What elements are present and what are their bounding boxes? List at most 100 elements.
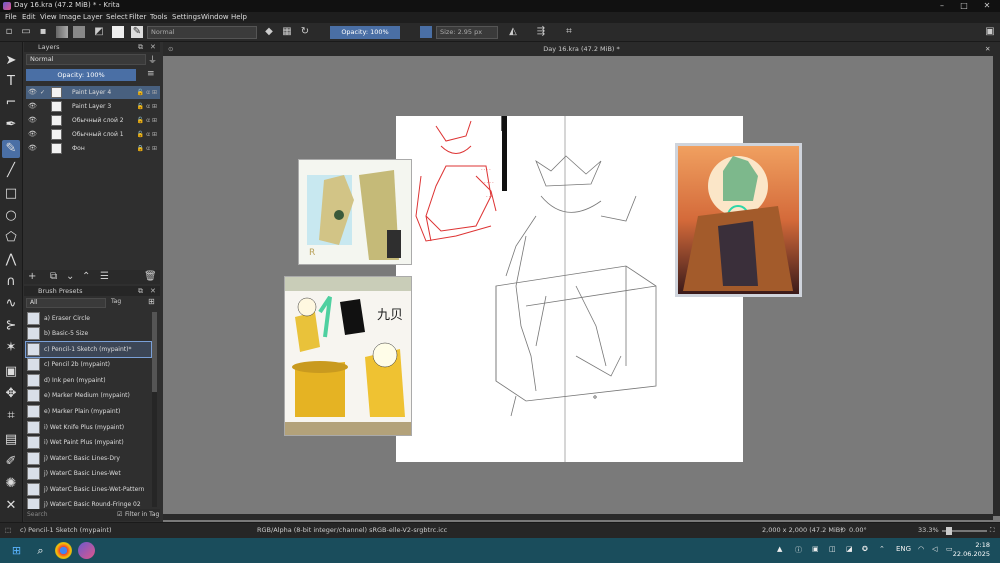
volume-icon[interactable]: ◁ <box>932 545 937 553</box>
menu-tools[interactable]: Tools <box>150 13 167 21</box>
new-document-icon[interactable]: ▫ <box>3 26 15 38</box>
menu-settings[interactable]: Settings <box>172 13 201 21</box>
layer-row[interactable]: 👁 Обычный слой 2 🔓 α ⊞ <box>26 114 160 127</box>
move-layer-down-icon[interactable]: ⌄ <box>66 271 74 282</box>
brush-list-scrollbar[interactable] <box>152 312 157 507</box>
ellipse-tool-icon[interactable]: ○ <box>2 207 20 225</box>
fg-bg-color-icon[interactable]: ◩ <box>93 26 105 38</box>
pattern-swatch[interactable] <box>73 26 85 38</box>
freehand-path-tool-icon[interactable]: ∿ <box>2 295 20 313</box>
panel-toggle-icon[interactable]: ▣ <box>984 26 996 38</box>
layer-row[interactable]: 👁 ✓ Paint Layer 4 🔓 α ⊞ <box>26 86 160 99</box>
save-icon[interactable]: ▪ <box>37 26 49 38</box>
crop-tool-icon[interactable]: ⌗ <box>2 407 20 425</box>
status-zoom[interactable]: 33.3% <box>918 526 939 534</box>
mirror-vertical-icon[interactable]: ⇶ <box>535 26 547 38</box>
search-icon[interactable]: ⌕ <box>32 542 49 559</box>
close-docker-icon[interactable]: ✕ <box>150 286 156 296</box>
brush-preset-item[interactable]: c) Pencil-1 Sketch (mypaint)* <box>25 341 152 358</box>
layer-opacity-slider[interactable]: Opacity: 100% ≡ <box>26 69 159 81</box>
windows-start-icon[interactable]: ⊞ <box>8 542 25 559</box>
text-tool-icon[interactable]: T <box>2 73 20 91</box>
reference-image-left-bottom[interactable]: 九贝 <box>284 276 412 436</box>
tray-app3-icon[interactable]: ◫ <box>829 545 836 553</box>
preserve-alpha-icon[interactable]: ▦ <box>281 26 293 38</box>
tray-app2-icon[interactable]: ▣ <box>812 545 819 553</box>
maximize-button[interactable]: □ <box>954 0 974 12</box>
layer-name[interactable]: Paint Layer 3 <box>72 100 111 113</box>
mirror-horizontal-icon[interactable]: ◭ <box>507 26 519 38</box>
add-layer-icon[interactable]: + <box>28 271 36 282</box>
canvas-area[interactable]: ⊙ Day 16.kra (47.2 MiB) * ✕ - - - - - - -… <box>163 42 1000 522</box>
zoom-slider[interactable] <box>942 527 987 535</box>
reference-image-right[interactable] <box>675 143 802 297</box>
color-swatch[interactable] <box>112 26 124 38</box>
visibility-eye-icon[interactable]: 👁 <box>28 114 37 127</box>
filter-icon[interactable]: ⏚ <box>148 53 157 66</box>
menu-view[interactable]: View <box>40 13 57 21</box>
polygon-tool-icon[interactable]: ⬠ <box>2 229 20 247</box>
menu-help[interactable]: Help <box>231 13 247 21</box>
close-tab-icon[interactable]: ✕ <box>985 42 990 56</box>
layer-row[interactable]: 👁 Paint Layer 3 🔓 α ⊞ <box>26 100 160 113</box>
edit-shapes-tool-icon[interactable]: ⌐ <box>2 94 20 112</box>
brush-preset-item[interactable]: b) Basic-5 Size <box>26 326 151 341</box>
layer-name[interactable]: Обычный слой 2 <box>72 114 124 127</box>
menu-file[interactable]: File <box>5 13 17 21</box>
float-docker-icon[interactable]: ⧉ <box>138 42 143 52</box>
brush-search-input[interactable]: Search <box>27 509 48 521</box>
gradient-tool-icon[interactable]: ▤ <box>2 431 20 449</box>
chrome-icon[interactable] <box>55 542 72 559</box>
brush-filter-select[interactable]: All <box>26 298 106 308</box>
smart-patch-tool-icon[interactable]: ✺ <box>2 475 20 493</box>
tray-app4-icon[interactable]: ✪ <box>862 545 868 553</box>
menu-select[interactable]: Select <box>106 13 128 21</box>
polyline-tool-icon[interactable]: ⋀ <box>2 251 20 269</box>
tray-chevron-icon[interactable]: ⌃ <box>879 545 885 553</box>
brush-preset-item[interactable]: e) Marker Plain (mypaint) <box>26 404 151 419</box>
visibility-eye-icon[interactable]: 👁 <box>28 86 37 99</box>
flow-color-icon[interactable] <box>420 26 432 38</box>
reload-preset-icon[interactable]: ↻ <box>299 26 311 38</box>
wifi-icon[interactable]: ◠ <box>918 545 924 553</box>
crop-icon[interactable]: ⌗ <box>563 26 575 38</box>
calligraphy-tool-icon[interactable]: ✒ <box>2 116 20 134</box>
brush-size-slider[interactable]: Size: 2.95 px <box>436 26 498 39</box>
brush-preset-item[interactable]: j) WaterC Basic Lines-Wet <box>26 466 151 481</box>
layer-flags-icon[interactable]: 🔓 α ⊞ <box>137 100 157 113</box>
delete-layer-icon[interactable]: 🗑 <box>144 271 157 282</box>
select-shapes-tool-icon[interactable]: ➤ <box>2 52 20 70</box>
checkmark-icon[interactable]: ✓ <box>40 86 45 99</box>
fill-tool-icon[interactable]: ✕ <box>2 497 20 515</box>
eraser-mode-icon[interactable]: ◆ <box>263 26 275 38</box>
fullscreen-icon[interactable]: ⛶ <box>990 526 995 535</box>
layer-blend-mode-select[interactable]: Normal <box>26 54 146 65</box>
minimize-button[interactable]: – <box>932 0 952 12</box>
move-layer-up-icon[interactable]: ⌃ <box>82 271 90 282</box>
rotation-icon[interactable]: ⟲ <box>840 526 845 534</box>
move-tool-icon[interactable]: ✥ <box>2 385 20 403</box>
bezier-tool-icon[interactable]: ∩ <box>2 273 20 291</box>
vertical-scrollbar[interactable] <box>993 56 1000 516</box>
brush-preset-item[interactable]: i) Wet Knife Plus (mypaint) <box>26 420 151 435</box>
status-rotation[interactable]: 0.00° <box>849 526 867 534</box>
transform-tool-icon[interactable]: ▣ <box>2 363 20 381</box>
layer-flags-icon[interactable]: 🔓 α ⊞ <box>137 86 157 99</box>
reference-image-left-top[interactable]: R <box>298 159 412 265</box>
brush-preset-item[interactable]: j) WaterC Basic Lines-Dry <box>26 451 151 466</box>
layer-name[interactable]: Фон <box>72 142 85 155</box>
visibility-eye-icon[interactable]: 👁 <box>28 128 37 141</box>
float-docker-icon[interactable]: ⧉ <box>138 286 143 296</box>
brush-tag-button[interactable]: Tag <box>111 298 121 305</box>
blend-mode-select[interactable]: Normal <box>147 26 257 39</box>
clock[interactable]: 2:18 22.06.2025 <box>953 541 990 559</box>
brush-preset-item[interactable]: c) Pencil 2b (mypaint) <box>26 357 151 372</box>
menu-window[interactable]: Window <box>201 13 229 21</box>
freehand-brush-tool-icon[interactable]: ✎ <box>2 140 20 158</box>
tray-app-icon[interactable]: ▲ <box>777 545 782 553</box>
layer-flags-icon[interactable]: 🔓 α ⊞ <box>137 114 157 127</box>
open-document-icon[interactable]: ▭ <box>20 26 32 38</box>
multibrush-tool-icon[interactable]: ✶ <box>2 339 20 357</box>
lock-icon[interactable]: 🔒 α ⊞ <box>137 142 157 155</box>
menu-layer[interactable]: Layer <box>83 13 103 21</box>
